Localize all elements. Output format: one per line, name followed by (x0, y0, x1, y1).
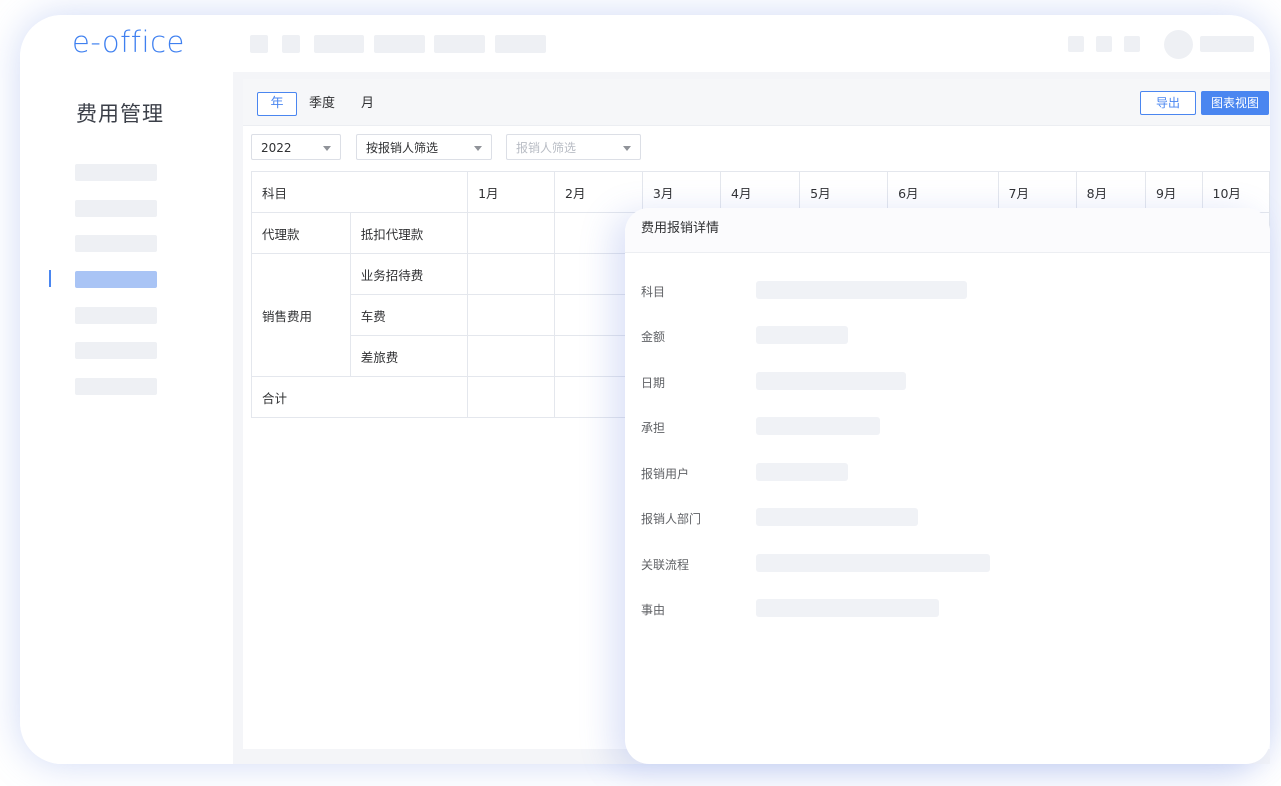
row-item-label: 业务招待费 (349, 253, 469, 295)
chevron-down-icon (323, 146, 331, 151)
header-month: 8月 (1075, 171, 1146, 213)
row-item-label: 抵扣代理款 (349, 212, 469, 254)
sidebar-title: 费用管理 (76, 102, 164, 126)
field-value-reason (756, 599, 939, 617)
field-value-subject (756, 281, 967, 299)
header-month: 10月 (1201, 171, 1271, 213)
reporter-select[interactable]: 报销人筛选 (506, 134, 641, 160)
header-month: 3月 (641, 171, 722, 213)
sidebar: 费用管理 (20, 74, 233, 764)
row-group-label: 销售费用 (251, 253, 351, 377)
row-total-label: 合计 (250, 376, 469, 418)
field-label-amount: 金额 (641, 330, 666, 344)
top-icon-placeholder[interactable] (1096, 36, 1112, 52)
chevron-down-icon (623, 146, 631, 151)
header-month: 6月 (887, 171, 999, 213)
field-value-amount (756, 326, 848, 344)
table-header-row: 科目 1月 2月 3月 4月 5月 6月 7月 8月 9月 10月 (250, 171, 1271, 213)
expense-detail-drawer: 费用报销详情 科目 金额 日期 承担 报销用户 报销人部门 关联流程 事由 (625, 208, 1270, 764)
sidebar-item[interactable] (75, 164, 157, 181)
chevron-down-icon (474, 146, 482, 151)
field-label-reason: 事由 (641, 603, 666, 617)
field-value-reporter (756, 463, 848, 481)
top-nav-placeholder[interactable] (495, 35, 546, 53)
sidebar-item[interactable] (75, 378, 157, 395)
top-nav-placeholder[interactable] (434, 35, 485, 53)
field-value-workflow[interactable] (756, 554, 990, 572)
field-label-workflow: 关联流程 (641, 558, 690, 572)
app-logo[interactable]: e-office (72, 25, 185, 59)
top-icon-placeholder[interactable] (1124, 36, 1140, 52)
top-icon-placeholder[interactable] (1068, 36, 1084, 52)
field-label-bearer: 承担 (641, 421, 666, 435)
row-item-label: 差旅费 (349, 335, 469, 377)
year-select-value: 2022 (261, 141, 292, 155)
header-month: 4月 (720, 171, 801, 213)
user-name-placeholder[interactable] (1200, 36, 1254, 52)
year-select[interactable]: 2022 (251, 134, 341, 160)
sidebar-item[interactable] (75, 200, 157, 217)
field-label-department: 报销人部门 (641, 512, 702, 526)
field-label-subject: 科目 (641, 285, 666, 299)
sidebar-item[interactable] (75, 307, 157, 324)
field-value-date (756, 372, 906, 390)
sidebar-active-indicator (49, 270, 51, 287)
top-nav-placeholder[interactable] (250, 35, 268, 53)
filter-mode-select[interactable]: 按报销人筛选 (356, 134, 492, 160)
avatar[interactable] (1164, 30, 1193, 59)
header-month: 5月 (799, 171, 889, 213)
field-value-bearer (756, 417, 880, 435)
field-value-department (756, 508, 918, 526)
header-subject: 科目 (250, 171, 469, 213)
top-bar: e-office (20, 15, 1270, 74)
field-label-date: 日期 (641, 376, 666, 390)
chart-view-button[interactable]: 图表视图 (1201, 91, 1269, 115)
header-month: 7月 (997, 171, 1077, 213)
toolbar: 年 季度 月 导出 图表视图 (243, 79, 1270, 126)
sidebar-item-active[interactable] (75, 271, 157, 288)
export-button[interactable]: 导出 (1140, 91, 1196, 115)
top-nav-placeholder[interactable] (282, 35, 300, 53)
tab-month[interactable]: 月 (361, 92, 374, 116)
reporter-select-placeholder: 报销人筛选 (516, 141, 577, 155)
sidebar-item[interactable] (75, 235, 157, 252)
header-month: 2月 (554, 171, 643, 213)
tab-year[interactable]: 年 (257, 92, 297, 116)
header-month: 9月 (1144, 171, 1203, 213)
row-group-label: 代理款 (251, 212, 351, 254)
filter-mode-value: 按报销人筛选 (366, 141, 439, 155)
drawer-title: 费用报销详情 (625, 208, 1270, 253)
tab-quarter[interactable]: 季度 (309, 92, 335, 116)
sidebar-item[interactable] (75, 342, 157, 359)
field-label-reporter: 报销用户 (641, 467, 690, 481)
top-nav-placeholder[interactable] (374, 35, 425, 53)
top-nav-placeholder[interactable] (314, 35, 364, 53)
row-item-label: 车费 (349, 294, 469, 336)
header-month: 1月 (467, 171, 555, 213)
